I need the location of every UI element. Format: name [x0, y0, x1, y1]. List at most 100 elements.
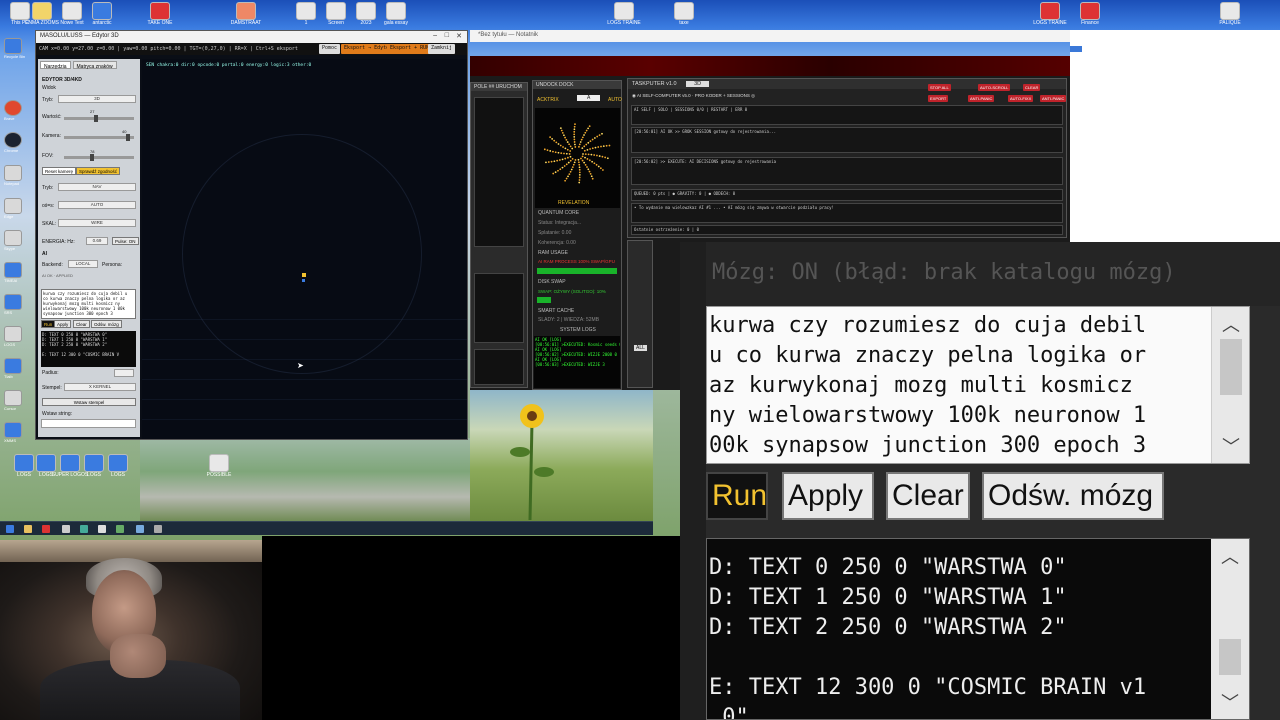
taskbar-app-icon[interactable] — [24, 525, 32, 533]
taskbar-app-icon[interactable] — [98, 525, 106, 533]
export-button[interactable]: EXPORT — [928, 95, 949, 102]
app-icon[interactable]: LOGS — [4, 326, 26, 347]
auto-scroll-button[interactable]: AUTO-SCROLL — [978, 84, 1011, 91]
app-icon[interactable]: TIMEAI — [4, 262, 26, 283]
start-icon[interactable] — [6, 525, 14, 533]
stop-all-button[interactable]: STOP ALL — [928, 84, 951, 91]
export-run-button[interactable]: Eksport + RUN — [387, 44, 433, 54]
anti-panic-button[interactable]: ANTI-PANIC — [968, 95, 995, 102]
chrome-icon[interactable]: Chrome — [4, 132, 26, 153]
chevron-up-icon[interactable]: ︿ — [1211, 545, 1249, 569]
app-icon[interactable]: Tlaib — [4, 358, 26, 379]
refresh-brain-button[interactable]: Odśw. mózg — [982, 472, 1164, 520]
clear-button[interactable]: CLEAR — [1023, 84, 1041, 91]
app-icon[interactable]: SRS — [4, 294, 26, 315]
energy-input[interactable]: 0.69 — [86, 237, 108, 245]
taskputer-row[interactable]: • To wydanie ma wielowzkaz AI #1 ... • A… — [631, 203, 1063, 223]
camera-slider[interactable] — [64, 134, 134, 141]
taskputer-row[interactable]: [20:56:02] >> EXECUTE: AI DECISIONS goto… — [631, 157, 1063, 185]
taskbar-app-icon[interactable] — [62, 525, 70, 533]
run-button[interactable]: Run — [706, 472, 768, 520]
chevron-down-icon[interactable]: ﹀ — [1212, 435, 1249, 459]
undock-title[interactable]: UNDOCK DOCK — [533, 81, 621, 89]
taskbar-app-icon[interactable] — [80, 525, 88, 533]
taskputer-mode[interactable]: 3D — [686, 81, 710, 87]
desktop-icon[interactable]: Finance — [1070, 0, 1110, 26]
actrix-auto[interactable]: AUTO — [608, 97, 622, 103]
taskbar-app-icon[interactable] — [154, 525, 162, 533]
actrix-mode[interactable]: A — [577, 95, 601, 101]
desktop-icon[interactable]: LOGS TRAINE — [1030, 0, 1070, 26]
viewport-3d[interactable]: SEN chakra:0 dir:0 opcode:0 portal:0 ene… — [142, 59, 467, 439]
close-editor-button[interactable]: Zamknij — [428, 44, 456, 54]
prompt-input-small[interactable]: kurwa czy rozumiesz do cuja debil u co k… — [41, 289, 136, 319]
recycle-bin-icon[interactable]: Recycle Bin — [4, 38, 26, 59]
close-icon[interactable]: ✕ — [456, 32, 462, 40]
axis-select[interactable]: AUTO — [58, 201, 136, 209]
refresh-brain-button-small[interactable]: Odśw. mózg — [91, 320, 122, 328]
app-icon[interactable]: Cursor — [4, 390, 26, 411]
reset-camera-button[interactable]: Reset kamerę — [42, 167, 77, 175]
node-marker[interactable] — [302, 279, 305, 282]
desktop-icon[interactable]: gala essay — [376, 0, 416, 26]
tab-char-matrix[interactable]: Matryca znaków — [72, 61, 117, 70]
tab-tools[interactable]: Narzędzia — [40, 61, 71, 70]
check-compat-button[interactable]: Sprawdź zgodność — [76, 167, 121, 175]
editor-titlebar[interactable]: MASOLU/LUSS — Edytor 3D – □ ✕ — [36, 31, 467, 43]
mode-select[interactable]: 3D — [58, 95, 136, 103]
taskbar-app-icon[interactable] — [136, 525, 144, 533]
anti-panic-button-2[interactable]: ANTI-PANIC — [1040, 95, 1067, 102]
scrollbar-thumb[interactable] — [1219, 639, 1241, 675]
backend-select[interactable]: LOCAL — [68, 260, 98, 268]
notepad-titlebar[interactable]: *Bez tytułu — Notatnik — [470, 30, 1070, 42]
taskbar-app-icon[interactable] — [42, 525, 50, 533]
skype-icon[interactable]: Skype — [4, 230, 26, 251]
auto-fix-button[interactable]: AUTO-FIXX — [1008, 95, 1034, 102]
taskputer-row[interactable]: [20:56:01] AI OK >> GROK SESSION gotowy … — [631, 127, 1063, 153]
fov-slider[interactable] — [64, 154, 134, 161]
system-logs-output[interactable]: AI OK [LOG] [08:56:01] >EXECUTED: Kosmic… — [534, 336, 620, 388]
minimize-icon[interactable]: – — [433, 32, 437, 39]
scale-select[interactable]: WIRE — [58, 219, 136, 227]
prompt-textarea[interactable]: kurwa czy rozumiesz do cuja debil u co ku… — [706, 306, 1250, 464]
desktop-icon[interactable]: taxe — [664, 0, 704, 26]
notepad-icon[interactable]: Notepad — [4, 165, 26, 186]
clear-button[interactable]: Clear — [886, 472, 970, 520]
value-slider[interactable] — [64, 115, 134, 122]
app-icon[interactable]: XMMS — [4, 422, 26, 443]
scrollbar-thumb[interactable] — [1220, 339, 1242, 395]
desktop-icon[interactable]: DAMSTRAAT — [226, 0, 266, 26]
chevron-down-icon[interactable]: ﹀ — [1211, 691, 1249, 715]
edge-icon[interactable]: Edge — [4, 198, 26, 219]
desktop-icon[interactable]: POSSIBLE — [199, 452, 239, 478]
subpanel-list[interactable] — [474, 349, 524, 385]
output-console[interactable]: D: TEXT 0 250 0 "WARSTWA 0" D: TEXT 1 250… — [706, 538, 1250, 720]
node-marker[interactable] — [302, 273, 306, 277]
output-console-small[interactable]: D: TEXT 0 250 0 "WARSTWA 0" D: TEXT 1 25… — [41, 331, 136, 367]
chevron-up-icon[interactable]: ︿ — [1212, 313, 1249, 337]
apply-button[interactable]: Apply — [782, 472, 874, 520]
notepad-page[interactable] — [1070, 30, 1280, 242]
desktop-icon[interactable]: antarctic — [82, 0, 122, 26]
output-scrollbar[interactable]: ︿ ﹀ — [1211, 539, 1249, 719]
help-button[interactable]: Pomoc — [319, 44, 341, 54]
desktop-icon[interactable]: PALIQUE — [1210, 0, 1250, 26]
subpanel-list[interactable] — [474, 97, 524, 247]
pulse-toggle[interactable]: Pulse: ON — [112, 237, 139, 245]
desktop-icon[interactable]: LOGS — [98, 452, 138, 478]
stamp-select[interactable]: X KERNEL — [64, 383, 136, 391]
desktop-icon[interactable]: TAKE ONE — [140, 0, 180, 26]
prompt-scrollbar[interactable]: ︿ ﹀ — [1211, 307, 1249, 463]
maximize-icon[interactable]: □ — [445, 32, 449, 39]
insert-stamp-button[interactable]: Wstaw stempel — [42, 398, 136, 406]
taskbar-app-icon[interactable] — [116, 525, 124, 533]
desktop-icon[interactable]: LOGS TRAINE — [604, 0, 644, 26]
insert-string-input[interactable] — [41, 419, 136, 428]
clear-button-small[interactable]: Clear — [73, 320, 90, 328]
nav-mode-select[interactable]: NAV — [58, 183, 136, 191]
subpanel-list[interactable] — [474, 273, 524, 343]
apply-button-small[interactable]: Apply — [54, 320, 72, 328]
all-button[interactable]: ALL — [634, 345, 647, 351]
brave-icon[interactable]: Brave — [4, 100, 26, 121]
radius-input[interactable] — [114, 369, 134, 377]
